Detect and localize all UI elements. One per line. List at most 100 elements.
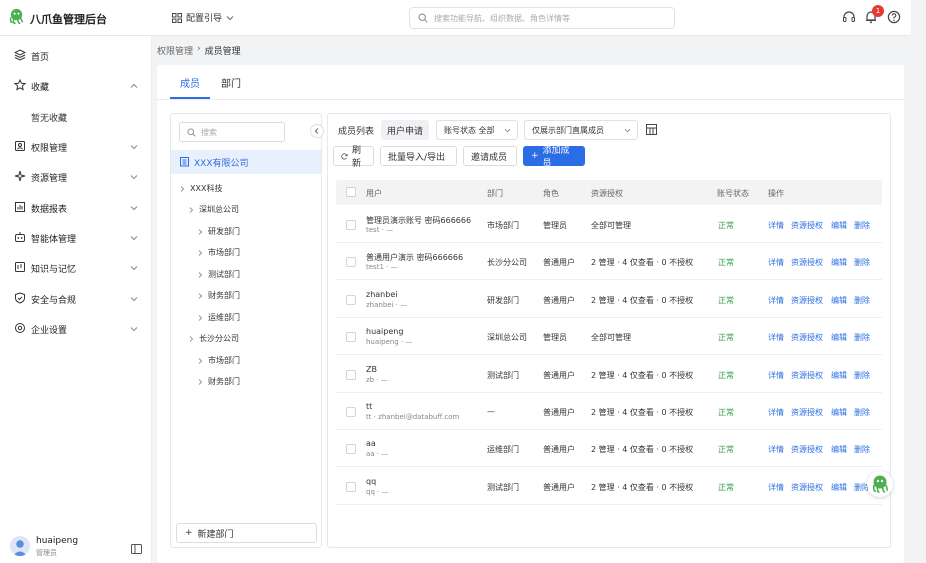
row-action-detail-link[interactable]: 详情 <box>768 257 784 268</box>
member-resource-auth: 2 管理 · 4 仅查看 · 0 不授权 <box>591 370 694 380</box>
row-checkbox[interactable] <box>346 220 356 230</box>
invite-member-button[interactable]: 邀请成员 <box>463 146 517 166</box>
refresh-button[interactable]: 刷新 <box>333 146 374 169</box>
row-checkbox[interactable] <box>346 444 356 455</box>
global-search-input[interactable] <box>434 13 664 23</box>
row-action-edit-link[interactable]: 编辑 <box>831 332 847 343</box>
row-action-delete-link[interactable]: 删除 <box>854 370 870 381</box>
segment-user-applications[interactable]: 用户申请 <box>381 120 430 140</box>
row-checkbox[interactable] <box>346 332 356 343</box>
tree-node[interactable]: XXX科技 <box>178 183 222 194</box>
row-action-edit-link[interactable]: 编辑 <box>831 482 847 493</box>
sidebar-collapse-icon[interactable] <box>131 544 142 554</box>
row-action-resource-auth-link[interactable]: 资源授权 <box>791 444 823 455</box>
table-settings-icon[interactable] <box>646 124 657 135</box>
member-status: 正常 <box>718 408 734 417</box>
row-action-resource-auth-link[interactable]: 资源授权 <box>791 332 823 343</box>
row-action-detail-link[interactable]: 详情 <box>768 370 784 381</box>
row-action-resource-auth-link[interactable]: 资源授权 <box>791 220 823 231</box>
user-role: 管理员 <box>36 549 57 557</box>
new-department-button[interactable]: + 新建部门 <box>176 523 317 543</box>
member-department: 测试部门 <box>487 370 519 380</box>
chevron-down-icon <box>130 266 138 271</box>
member-account: zb · — <box>366 375 388 384</box>
sidebar-item-security[interactable]: 安全与合规 <box>0 286 152 312</box>
tree-node[interactable]: 研发部门 <box>196 226 240 237</box>
tree-node[interactable]: 深圳总公司 <box>187 204 239 215</box>
sidebar-item-enterprise[interactable]: 企业设置 <box>0 316 152 342</box>
row-action-resource-auth-link[interactable]: 资源授权 <box>791 407 823 418</box>
breadcrumb-parent[interactable]: 权限管理 <box>157 44 193 57</box>
tree-node[interactable]: 测试部门 <box>196 269 240 280</box>
row-action-resource-auth-link[interactable]: 资源授权 <box>791 295 823 306</box>
row-action-resource-auth-link[interactable]: 资源授权 <box>791 257 823 268</box>
bulk-import-export-button[interactable]: 批量导入/导出 <box>380 146 457 166</box>
sidebar-item-favorites[interactable]: 收藏 <box>0 73 152 99</box>
grid-icon <box>172 12 182 23</box>
tree-node[interactable]: 市场部门 <box>196 355 240 366</box>
chevron-down-icon <box>624 128 631 133</box>
row-action-edit-link[interactable]: 编辑 <box>831 444 847 455</box>
row-checkbox[interactable] <box>346 407 356 417</box>
row-action-resource-auth-link[interactable]: 资源授权 <box>791 482 823 493</box>
add-member-button[interactable]: + 添加成员 <box>523 146 585 169</box>
assistant-mascot-button[interactable] <box>867 471 893 497</box>
favorites-empty-text: 暂无收藏 <box>31 114 68 124</box>
chevron-right-icon <box>189 206 194 213</box>
sidebar-item-reports[interactable]: 数据报表 <box>0 195 152 221</box>
tree-node[interactable]: 运维部门 <box>196 312 240 323</box>
tree-collapse-button[interactable] <box>310 124 324 138</box>
tree-node[interactable]: 市场部门 <box>196 247 240 258</box>
config-guide-menu[interactable]: 配置引导 <box>172 11 234 24</box>
current-user[interactable]: huaipeng 管理员 <box>0 532 152 563</box>
row-action-detail-link[interactable]: 详情 <box>768 332 784 343</box>
row-checkbox[interactable] <box>346 294 356 305</box>
help-icon[interactable] <box>887 10 901 24</box>
row-action-detail-link[interactable]: 详情 <box>768 407 784 418</box>
tree-search[interactable] <box>179 122 285 142</box>
row-checkbox[interactable] <box>346 481 356 492</box>
segment-member-list[interactable]: 成员列表 <box>332 120 380 140</box>
row-action-delete-link[interactable]: 删除 <box>854 407 870 418</box>
account-status-filter[interactable]: 账号状态 全部 <box>436 120 518 140</box>
tree-root-company[interactable]: XXX有限公司 <box>171 150 321 174</box>
row-action-detail-link[interactable]: 详情 <box>768 220 784 231</box>
direct-members-filter[interactable]: 仅展示部门直属成员 <box>524 120 638 140</box>
select-all-checkbox[interactable] <box>346 187 356 197</box>
row-action-edit-link[interactable]: 编辑 <box>831 295 847 306</box>
sidebar-item-home[interactable]: 首页 <box>0 43 152 69</box>
row-action-edit-link[interactable]: 编辑 <box>831 407 847 418</box>
row-action-delete-link[interactable]: 删除 <box>854 295 870 306</box>
chevron-down-icon <box>130 206 138 211</box>
table-row: ZB zb · — 测试部门 普通用户 2 管理 · 4 仅查看 · 0 不授权 正常 详情… <box>336 356 882 393</box>
row-action-detail-link[interactable]: 详情 <box>768 295 784 306</box>
row-checkbox[interactable] <box>346 257 356 268</box>
member-department: 研发部门 <box>487 295 519 305</box>
sidebar-item-knowledge[interactable]: 知识与记忆 <box>0 255 152 281</box>
row-action-delete-link[interactable]: 删除 <box>854 444 870 455</box>
column-role: 角色 <box>543 189 559 198</box>
tree-node[interactable]: 财务部门 <box>196 290 240 301</box>
row-action-detail-link[interactable]: 详情 <box>768 482 784 493</box>
row-action-resource-auth-link[interactable]: 资源授权 <box>791 370 823 381</box>
row-action-edit-link[interactable]: 编辑 <box>831 257 847 268</box>
row-checkbox[interactable] <box>346 369 356 380</box>
row-action-edit-link[interactable]: 编辑 <box>831 220 847 231</box>
member-department: 测试部门 <box>487 482 519 492</box>
sidebar-item-resources[interactable]: 资源管理 <box>0 164 152 190</box>
tree-node[interactable]: 财务部门 <box>196 376 240 387</box>
row-action-delete-link[interactable]: 删除 <box>854 332 870 343</box>
tree-search-input[interactable] <box>201 127 281 137</box>
tab-members[interactable]: 成员 <box>180 75 200 90</box>
headset-icon[interactable] <box>842 10 856 24</box>
sidebar-item-permission[interactable]: 权限管理 <box>0 134 152 160</box>
tab-departments[interactable]: 部门 <box>221 75 241 90</box>
global-search[interactable] <box>409 7 675 29</box>
tree-node[interactable]: 长沙分公司 <box>187 333 239 344</box>
row-action-edit-link[interactable]: 编辑 <box>831 370 847 381</box>
sidebar-item-agents[interactable]: 智能体管理 <box>0 225 152 251</box>
member-name: aa <box>366 439 376 449</box>
row-action-delete-link[interactable]: 删除 <box>854 220 870 231</box>
row-action-detail-link[interactable]: 详情 <box>768 444 784 455</box>
row-action-delete-link[interactable]: 删除 <box>854 257 870 268</box>
